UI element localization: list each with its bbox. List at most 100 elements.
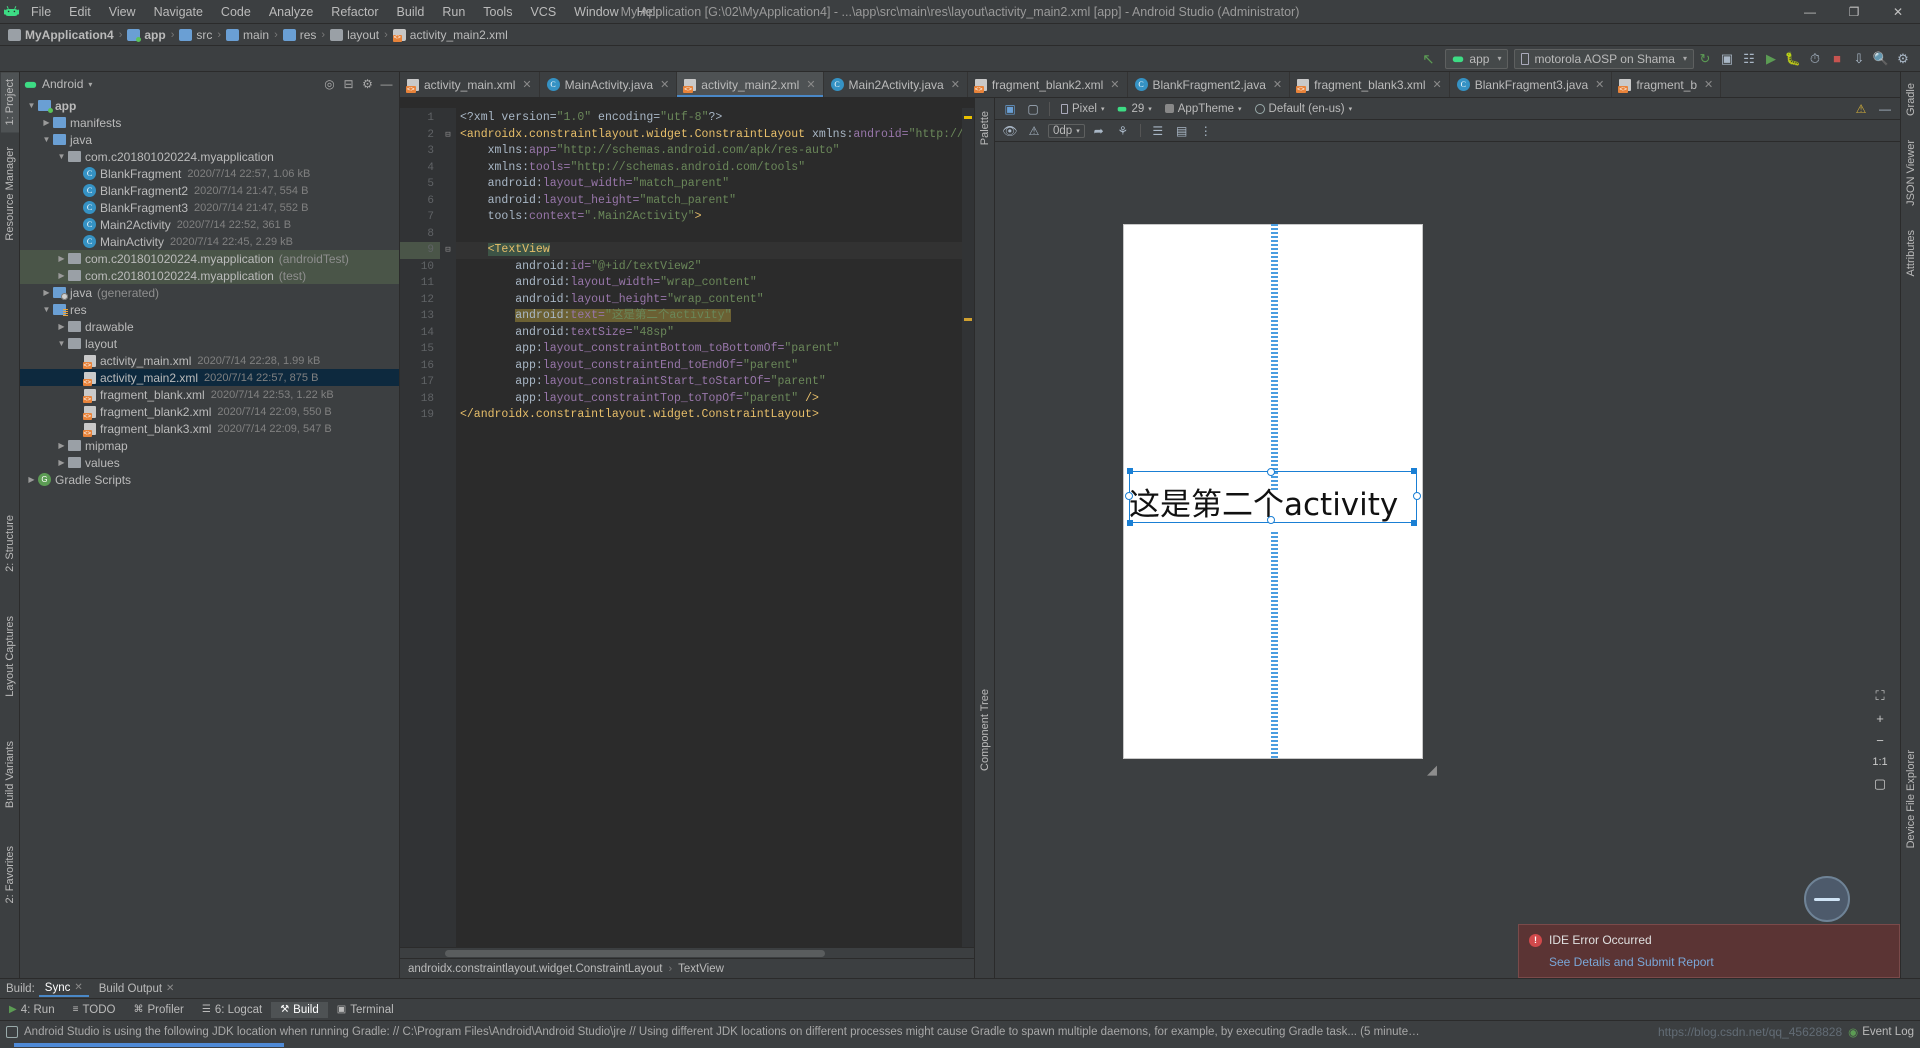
breadcrumb-item-project[interactable]: MyApplication4	[4, 28, 118, 42]
chevron-right-icon[interactable]: ▶	[56, 254, 67, 263]
menu-vcs[interactable]: VCS	[521, 2, 565, 22]
align-v-icon[interactable]: ▤	[1172, 122, 1192, 140]
navigate-back-icon[interactable]: ↖	[1417, 48, 1439, 70]
code-line[interactable]	[456, 226, 974, 243]
tree-row[interactable]: ▼ app	[20, 97, 399, 114]
avd-manager-icon[interactable]: ▣	[1716, 48, 1738, 70]
guideline-icon[interactable]: ⋮	[1196, 122, 1216, 140]
notification-popup[interactable]: ! IDE Error Occurred See Details and Sub…	[1518, 924, 1900, 978]
bottom-tab[interactable]: ▣ Terminal	[328, 1002, 403, 1018]
menu-view[interactable]: View	[100, 2, 145, 22]
chevron-down-icon[interactable]: ▼	[41, 305, 52, 314]
code-line[interactable]: app:layout_constraintEnd_toEndOf="parent…	[456, 358, 974, 375]
menu-help[interactable]: Help	[628, 2, 672, 22]
close-tab-icon[interactable]: ✕	[660, 78, 669, 91]
rail-tab-project[interactable]: 1: Project	[0, 72, 19, 133]
fold-spacer[interactable]	[440, 407, 456, 424]
hide-icon[interactable]: —	[378, 76, 395, 93]
rail-tab-favorites[interactable]: 2: Favorites	[1, 839, 19, 910]
constraint-handle-top[interactable]	[1267, 468, 1275, 476]
bottom-tab[interactable]: ≡ TODO	[64, 1002, 125, 1018]
resize-handle-bottom-left[interactable]	[1127, 520, 1133, 526]
code-view[interactable]: 1 2 3 4 5 6 7 8 9 10 11 12 13 14 15 16 17 18 19 ⊟ ⊟ <?xml v…	[400, 108, 974, 947]
horizontal-scrollbar[interactable]	[400, 947, 974, 958]
stop-icon[interactable]: ■	[1826, 48, 1848, 70]
blueprint-view-icon[interactable]: ▢	[1023, 100, 1043, 118]
editor-tab[interactable]: C BlankFragment3.java ✕	[1450, 72, 1613, 97]
chevron-down-icon[interactable]: ▼	[56, 339, 67, 348]
breadcrumb-item-file[interactable]: activity_main2.xml	[389, 28, 512, 42]
code-line[interactable]: app:layout_constraintTop_toTopOf="parent…	[456, 391, 974, 408]
maximize-button[interactable]: ❐	[1832, 0, 1876, 24]
close-tab-icon[interactable]: ✕	[1273, 78, 1282, 91]
attach-debugger-icon[interactable]: ⇩	[1848, 48, 1870, 70]
chevron-right-icon[interactable]: ▶	[56, 441, 67, 450]
breadcrumb-item-res[interactable]: res	[279, 28, 321, 42]
zoom-fit-icon[interactable]: ⛶	[1871, 687, 1889, 705]
tree-row[interactable]: ▶ mipmap	[20, 437, 399, 454]
menu-navigate[interactable]: Navigate	[145, 2, 212, 22]
tree-row[interactable]: ▼ com.c201801020224.myapplication	[20, 148, 399, 165]
rail-tab-attributes[interactable]: Attributes	[1902, 223, 1920, 283]
device-selector[interactable]: motorola AOSP on Shama ▾	[1514, 48, 1694, 69]
tree-row[interactable]: C BlankFragment3 2020/7/14 21:47, 552 B	[20, 199, 399, 216]
status-message[interactable]: Android Studio is using the following JD…	[24, 1026, 1424, 1038]
rail-tab-gradle[interactable]: Gradle	[1902, 76, 1920, 123]
chevron-right-icon[interactable]: ▶	[56, 271, 67, 280]
tree-row[interactable]: ▶ com.c201801020224.myapplication (android…	[20, 250, 399, 267]
editor-tab-strip[interactable]: activity_main.xml✕CMainActivity.java✕act…	[400, 72, 1900, 98]
editor-tab[interactable]: C BlankFragment2.java ✕	[1128, 72, 1291, 97]
resize-handle-bottom-right[interactable]	[1411, 520, 1417, 526]
fold-toggle-icon[interactable]: ⊟	[440, 127, 456, 144]
code-line[interactable]: <androidx.constraintlayout.widget.Constr…	[456, 127, 974, 144]
chevron-down-icon[interactable]: ▼	[56, 152, 67, 161]
tree-row[interactable]: ▼ java	[20, 131, 399, 148]
rail-tab-build-variants[interactable]: Build Variants	[1, 734, 19, 815]
menu-build[interactable]: Build	[388, 2, 434, 22]
sync-icon[interactable]: ↻	[1694, 48, 1716, 70]
debug-icon[interactable]: 🐛	[1782, 48, 1804, 70]
menu-file[interactable]: File	[22, 2, 60, 22]
tree-row[interactable]: activity_main2.xml 2020/7/14 22:57, 875 B	[20, 369, 399, 386]
zoom-out-button[interactable]: −	[1871, 731, 1889, 749]
notification-link[interactable]: See Details and Submit Report	[1549, 955, 1889, 969]
editor-tab[interactable]: C MainActivity.java ✕	[540, 72, 678, 97]
tree-row[interactable]: ▶ java (generated)	[20, 284, 399, 301]
code-line[interactable]: android:textSize="48sp"	[456, 325, 974, 342]
bottom-tab[interactable]: ☰ 6: Logcat	[193, 1002, 271, 1018]
code-line[interactable]: <TextView	[456, 242, 974, 259]
warning-marker[interactable]	[964, 116, 972, 119]
code-line[interactable]: android:text="这是第二个activity"	[456, 308, 974, 325]
search-icon[interactable]: 🔍	[1870, 48, 1892, 70]
device-frame-icon[interactable]: ▢	[1871, 775, 1889, 793]
preview-canvas[interactable]: 这是第二个activity ◢ ⛶ + − 1:1 ▢ ! IDE Error …	[995, 142, 1900, 978]
default-margin-field[interactable]: 0dp ▾	[1048, 123, 1085, 138]
chevron-right-icon[interactable]: ▶	[41, 118, 52, 127]
chevron-right-icon[interactable]: ▶	[41, 288, 52, 297]
component-tree-tab[interactable]: Component Tree	[976, 682, 994, 778]
code-line[interactable]: android:layout_height="match_parent"	[456, 193, 974, 210]
sdk-manager-icon[interactable]: ☷	[1738, 48, 1760, 70]
resize-corner-icon[interactable]: ◢	[1427, 762, 1437, 778]
bottom-tab[interactable]: ⌘ Profiler	[124, 1002, 192, 1018]
editor-tab[interactable]: activity_main2.xml ✕	[677, 72, 824, 97]
menu-edit[interactable]: Edit	[60, 2, 100, 22]
editor-tab[interactable]: activity_main.xml ✕	[400, 72, 540, 97]
breadcrumb-item-main[interactable]: main	[222, 28, 273, 42]
tree-row[interactable]: ▶ G Gradle Scripts	[20, 471, 399, 488]
rail-tab-layout-captures[interactable]: Layout Captures	[1, 609, 19, 704]
rail-tab-json-viewer[interactable]: JSON Viewer	[1902, 133, 1920, 213]
menu-tools[interactable]: Tools	[474, 2, 521, 22]
palette-tab[interactable]: Palette	[976, 104, 994, 152]
tree-row[interactable]: fragment_blank2.xml 2020/7/14 22:09, 550 …	[20, 403, 399, 420]
theme-selector[interactable]: AppTheme ▾	[1160, 102, 1247, 116]
code-line[interactable]: android:id="@+id/textView2"	[456, 259, 974, 276]
breadcrumb-child[interactable]: TextView	[678, 963, 724, 975]
settings-icon[interactable]: ⚙	[359, 76, 376, 93]
bottom-tab[interactable]: ⚒ Build	[271, 1001, 328, 1018]
breadcrumb-root[interactable]: androidx.constraintlayout.widget.Constra…	[408, 963, 662, 975]
chevron-right-icon[interactable]: ▶	[56, 458, 67, 467]
pan-control-icon[interactable]	[1804, 876, 1850, 922]
code-line[interactable]: </androidx.constraintlayout.widget.Const…	[456, 407, 974, 424]
breadcrumb-item-app[interactable]: app	[123, 28, 169, 42]
